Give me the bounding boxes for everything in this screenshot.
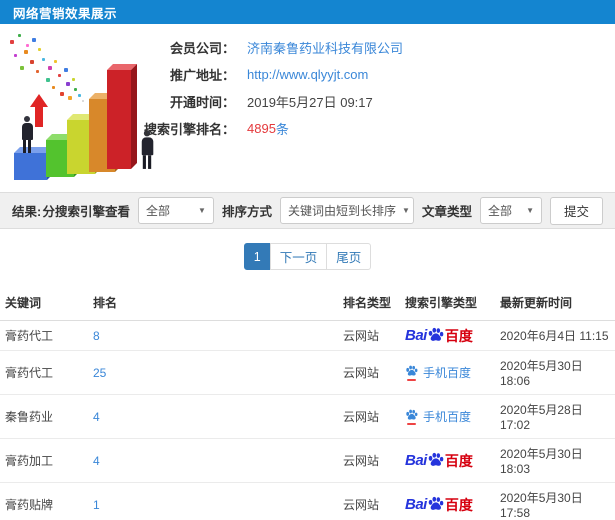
- info-row: 开通时间： 2019年5月27日 09:17: [0, 88, 615, 115]
- baidu-logo-bai: Bai: [405, 327, 427, 344]
- keyword-ranking-table: 关键词 排名 排名类型 搜索引擎类型 最新更新时间 膏药代工 8 云网站 Bai 百度…: [0, 285, 615, 520]
- submit-button[interactable]: 提交: [549, 196, 603, 225]
- rank-type-cell: 云网站: [338, 438, 400, 483]
- info-label: 会员公司：: [169, 41, 235, 56]
- engine-type-cell: 手机百度: [400, 350, 495, 395]
- promo-bar-blue: [14, 147, 53, 180]
- next-page-button[interactable]: 下一页: [269, 243, 328, 270]
- info-value: 4895: [247, 121, 276, 136]
- updated-cell: 2020年6月4日 11:15: [495, 320, 615, 351]
- mobile-baidu-icon: [405, 365, 418, 381]
- sort-filter-label: 排序方式: [221, 205, 272, 219]
- header-rank-type: 排名类型: [338, 285, 400, 321]
- article-type-value: 全部: [487, 204, 512, 218]
- rank-cell[interactable]: 4: [88, 438, 338, 483]
- engine-filter-label: 分搜索引擎查看: [42, 205, 130, 219]
- table-header-row: 关键词 排名 排名类型 搜索引擎类型 最新更新时间: [0, 285, 615, 321]
- updated-cell: 2020年5月30日 18:03: [495, 438, 615, 483]
- article-type-select[interactable]: 全部 ▼: [479, 197, 542, 224]
- last-page-button[interactable]: 尾页: [326, 243, 372, 270]
- baidu-logo-bai: Bai: [405, 496, 427, 513]
- info-value: 2019年5月27日 09:17: [247, 95, 373, 110]
- baidu-logo-cn: 百度: [444, 452, 473, 469]
- info-row: 推广地址： http://www.qlyyjt.com: [0, 61, 615, 88]
- title-bar: 网络营销效果展示: [0, 0, 615, 24]
- filter-bar: 结果: 分搜索引擎查看 全部 ▼ 排序方式 关键词由短到长排序 ▼ 文章类型 全…: [0, 192, 615, 229]
- baidu-paw-icon: [406, 409, 418, 420]
- info-label: 搜索引擎排名：: [143, 122, 235, 137]
- filter-controls: 分搜索引擎查看 全部 ▼ 排序方式 关键词由短到长排序 ▼ 文章类型 全部 ▼ …: [42, 196, 603, 225]
- header-engine-type: 搜索引擎类型: [400, 285, 495, 321]
- table-row: 秦鲁药业 4 云网站 手机百度 2020年5月28日 17:02: [0, 394, 615, 439]
- baidu-paw-icon: [406, 365, 418, 376]
- header-updated: 最新更新时间: [495, 285, 615, 321]
- updated-cell: 2020年5月30日 17:58: [495, 482, 615, 520]
- baidu-paw-icon: [428, 452, 444, 466]
- rank-type-cell: 云网站: [338, 350, 400, 395]
- member-info: 会员公司： 济南秦鲁药业科技有限公司 推广地址： http://www.qlyyjt.…: [0, 34, 615, 142]
- baidu-paw-icon: [428, 327, 444, 341]
- mobile-baidu-logo: 手机百度: [405, 364, 471, 381]
- table-row: 膏药代工 8 云网站 Bai 百度 2020年6月4日 11:15: [0, 320, 615, 351]
- keyword-cell: 秦鲁药业: [0, 394, 88, 439]
- mobile-baidu-icon: [405, 409, 418, 425]
- chevron-down-icon: ▼: [526, 206, 534, 215]
- keyword-cell: 膏药代工: [0, 350, 88, 395]
- table-row: 膏药贴牌 1 云网站 Bai 百度 2020年5月30日 17:58: [0, 482, 615, 520]
- keyword-cell: 膏药贴牌: [0, 482, 88, 520]
- baidu-logo: Bai 百度: [405, 496, 473, 513]
- engine-type-cell: Bai 百度: [400, 320, 495, 351]
- mobile-baidu-logo: 手机百度: [405, 408, 471, 425]
- table-row: 膏药代工 25 云网站 手机百度 2020年5月30日 18:06: [0, 350, 615, 395]
- article-type-label: 文章类型: [421, 205, 472, 219]
- info-label: 推广地址：: [169, 68, 235, 83]
- header-keyword: 关键词: [0, 285, 88, 321]
- info-row: 搜索引擎排名： 4895 条: [0, 115, 615, 142]
- keyword-cell: 膏药加工: [0, 438, 88, 483]
- page-1-button[interactable]: 1: [243, 243, 271, 270]
- chevron-down-icon: ▼: [401, 206, 410, 215]
- engine-filter-select[interactable]: 全部 ▼: [137, 197, 214, 224]
- rank-cell[interactable]: 25: [88, 350, 338, 395]
- engine-type-cell: Bai 百度: [400, 438, 495, 483]
- chevron-down-icon: ▼: [198, 206, 206, 215]
- engine-filter-value: 全部: [145, 204, 170, 218]
- updated-cell: 2020年5月28日 17:02: [495, 394, 615, 439]
- info-value-suffix: 条: [275, 122, 289, 137]
- rank-cell[interactable]: 1: [88, 482, 338, 520]
- sort-filter-select[interactable]: 关键词由短到长排序 ▼: [279, 197, 414, 224]
- engine-type-cell: Bai 百度: [400, 482, 495, 520]
- top-section: 会员公司： 济南秦鲁药业科技有限公司 推广地址： http://www.qlyyjt.…: [0, 24, 615, 192]
- keyword-cell: 膏药代工: [0, 320, 88, 351]
- baidu-logo: Bai 百度: [405, 452, 473, 469]
- updated-cell: 2020年5月30日 18:06: [495, 350, 615, 395]
- pagination: 1 下一页 尾页: [0, 229, 615, 285]
- sort-filter-value: 关键词由短到长排序: [287, 204, 396, 218]
- info-value[interactable]: http://www.qlyyjt.com: [247, 67, 368, 82]
- baidu-logo-cn: 百度: [444, 327, 473, 344]
- rank-type-cell: 云网站: [338, 320, 400, 351]
- engine-type-cell: 手机百度: [400, 394, 495, 439]
- info-row: 会员公司： 济南秦鲁药业科技有限公司: [0, 34, 615, 61]
- result-label: 结果:: [12, 205, 42, 219]
- baidu-logo: Bai 百度: [405, 327, 473, 344]
- rank-type-cell: 云网站: [338, 482, 400, 520]
- rank-cell[interactable]: 8: [88, 320, 338, 351]
- page-title: 网络营销效果展示: [13, 6, 118, 21]
- header-rank: 排名: [88, 285, 338, 321]
- baidu-logo-cn: 百度: [444, 496, 473, 513]
- table-row: 膏药加工 4 云网站 Bai 百度 2020年5月30日 18:03: [0, 438, 615, 483]
- baidu-paw-icon: [428, 496, 444, 510]
- info-label: 开通时间：: [169, 95, 235, 110]
- rank-cell[interactable]: 4: [88, 394, 338, 439]
- baidu-logo-bai: Bai: [405, 452, 427, 469]
- rank-type-cell: 云网站: [338, 394, 400, 439]
- mobile-baidu-label: 手机百度: [423, 410, 472, 424]
- mobile-baidu-label: 手机百度: [423, 366, 472, 380]
- info-value[interactable]: 济南秦鲁药业科技有限公司: [247, 38, 403, 57]
